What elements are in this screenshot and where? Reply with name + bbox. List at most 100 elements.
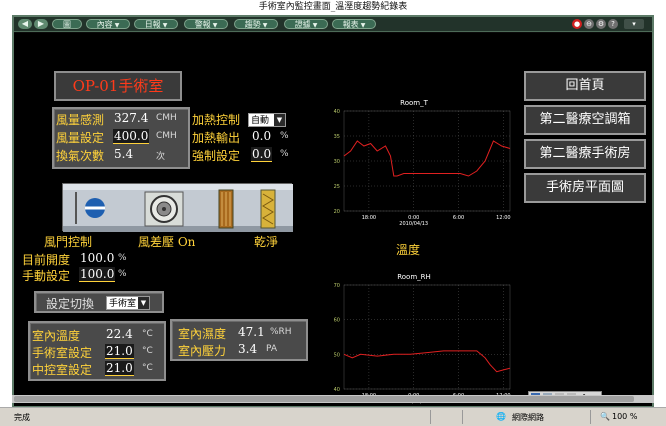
home-button[interactable]: 回首頁 [524, 71, 646, 101]
ahu-button[interactable]: 第二醫療空調箱 [524, 105, 646, 135]
chevron-down-icon: ▼ [274, 114, 285, 126]
toolbar-button-evidence[interactable]: 證據 ▼ [284, 19, 328, 29]
temperature-caption: 溫度 [396, 243, 421, 257]
browser-statusbar: 完成 🌐 網際網路 🔍 100 % [0, 407, 666, 426]
chevron-down-icon: ▼ [138, 297, 149, 309]
y-tick-label: 35 [334, 134, 340, 140]
damper-manual-input[interactable]: 100.0 [79, 267, 116, 282]
zone-label: 網際網路 [512, 413, 544, 422]
humidity-label: 室內濕度 [178, 327, 227, 341]
settings-icon[interactable]: ⚙ [596, 19, 606, 29]
statusbar-divider [462, 410, 463, 424]
toolbar-button-report[interactable]: 報表 ▼ [332, 19, 376, 29]
zoom-icon[interactable]: 🔍 [600, 412, 610, 421]
room-temperature-chart: Room_T202530354018:00 0:00 6:00 12:002010/0… [334, 99, 511, 227]
close-icon[interactable]: ● [572, 19, 582, 29]
room-humidity-chart: Room_RH4050607018:000:006:0012:002010/04… [334, 273, 511, 405]
toolbar-button-content[interactable]: 內容 ▼ [86, 19, 130, 29]
room-temp-unit: °C [142, 329, 153, 339]
operating-room-button[interactable]: 第二醫療手術房 [524, 139, 646, 169]
dropdown-arrow-icon: ▼ [162, 22, 168, 29]
force-set-label: 強制設定 [192, 149, 241, 163]
y-tick-label: 40 [334, 109, 340, 115]
central-setpoint-input[interactable]: 21.0 [105, 361, 134, 376]
floor-plan-button[interactable]: 手術房平面圖 [524, 173, 646, 203]
fan-icon [144, 191, 184, 227]
statusbar-divider [590, 410, 591, 424]
forward-arrow-icon[interactable]: ▶ [34, 19, 48, 29]
toolbar-button-alarm[interactable]: 警報 ▼ [184, 19, 228, 29]
pressure-label: 室內壓力 [178, 344, 227, 358]
scada-window: ◀ ▶ 圖 內容 ▼ 日報 ▼ 警報 ▼ 趨勢 ▼ 證據 ▼ 報表 ▼ ● ⊖ ⚙ ? ▾ … [12, 15, 654, 408]
dropdown-arrow-icon: ▼ [114, 22, 120, 29]
central-setpoint-unit: °C [142, 363, 153, 373]
x-tick-label: 18:00 [362, 215, 376, 221]
airflow-setpoint-label: 風量設定 [56, 131, 105, 145]
top-toolbar: ◀ ▶ 圖 內容 ▼ 日報 ▼ 警報 ▼ 趨勢 ▼ 證據 ▼ 報表 ▼ ● ⊖ ⚙ ? ▾ [14, 17, 652, 32]
heating-control-label: 加熱控制 [192, 113, 241, 127]
scrollbar-thumb[interactable] [14, 396, 634, 402]
horizontal-scrollbar[interactable] [12, 395, 654, 403]
minimize-icon[interactable]: ⊖ [584, 19, 594, 29]
or-setpoint-input[interactable]: 21.0 [105, 344, 134, 359]
airflow-setpoint-input[interactable]: 400.0 [113, 129, 150, 144]
heating-output-label: 加熱輸出 [192, 131, 241, 145]
help-icon[interactable]: ? [608, 19, 618, 29]
humidity-value: 47.1 [238, 325, 265, 339]
statusbar-divider [430, 410, 431, 424]
airflow-measured-unit: CMH [156, 113, 177, 123]
mode-select[interactable]: 手術室 ▼ [106, 296, 150, 310]
heating-mode-select[interactable]: 自動 ▼ [248, 113, 286, 127]
y-tick-label: 25 [334, 184, 340, 190]
central-setpoint-label: 中控室設定 [32, 363, 93, 377]
y-tick-label: 70 [334, 283, 340, 289]
toolbar-button-trend[interactable]: 趨勢 ▼ [234, 19, 278, 29]
pressure-unit: PA [266, 344, 278, 354]
damper-opening-label: 目前開度 [22, 253, 71, 267]
room-title: OP-01手術室 [54, 71, 182, 101]
y-tick-label: 30 [334, 159, 340, 165]
dropdown-arrow-icon: ▼ [360, 22, 366, 29]
filter-icon [260, 189, 276, 229]
pressure-value: 3.4 [238, 342, 258, 356]
toolbar-button-daily[interactable]: 日報 ▼ [134, 19, 178, 29]
zoom-level[interactable]: 100 % [612, 412, 637, 421]
dropdown-arrow-icon: ▼ [262, 22, 268, 29]
diff-pressure-status: 風差壓 On [138, 235, 196, 249]
airflow-measured-value: 327.4 [114, 111, 149, 125]
heating-output-value: 0.0 [252, 129, 272, 143]
x-date-label: 2010/04/13 [399, 221, 428, 227]
airflow-measured-label: 風量感測 [56, 113, 105, 127]
status-text: 完成 [14, 413, 30, 422]
dropdown-arrow-icon: ▼ [212, 22, 218, 29]
room-temp-value: 22.4 [106, 327, 133, 341]
humidity-unit: %RH [270, 327, 292, 337]
airflow-setpoint-unit: CMH [156, 131, 177, 141]
ach-unit: 次 [156, 152, 166, 162]
ach-label: 換氣次數 [56, 149, 105, 163]
dropdown-arrow-icon: ▼ [312, 22, 318, 29]
or-setpoint-unit: °C [142, 346, 153, 356]
toolbar-button-graphic[interactable]: 圖 [52, 19, 82, 29]
x-tick-label: 12:00 [496, 215, 510, 221]
chart-title: Room_T [400, 99, 428, 107]
force-set-input[interactable]: 0.0 [251, 147, 273, 162]
chart-title: Room_RH [397, 273, 431, 281]
damper-opening-value: 100.0 [80, 251, 115, 265]
y-tick-label: 40 [334, 387, 340, 393]
heating-output-unit: % [280, 131, 289, 141]
page-caption: 手術室內監控畫面_溫溼度趨勢紀錄表 [258, 2, 408, 12]
monitor-canvas: OP-01手術室 風量感測 327.4 CMH 風量設定 400.0 CMH 換… [14, 33, 652, 406]
or-setpoint-label: 手術室設定 [32, 346, 93, 360]
damper-manual-unit: % [118, 269, 127, 279]
ach-value: 5.4 [114, 147, 134, 161]
x-tick-label: 6:00 [453, 215, 464, 221]
damper-control-label: 風門控制 [44, 235, 93, 249]
back-arrow-icon[interactable]: ◀ [18, 19, 32, 29]
internet-zone-icon: 🌐 [496, 412, 506, 421]
mode-switch-label: 設定切換 [46, 297, 95, 311]
menu-dropdown-icon[interactable]: ▾ [624, 19, 644, 29]
y-tick-label: 20 [334, 209, 340, 215]
air-handler-duct [62, 183, 293, 232]
room-temp-label: 室內溫度 [32, 329, 81, 343]
